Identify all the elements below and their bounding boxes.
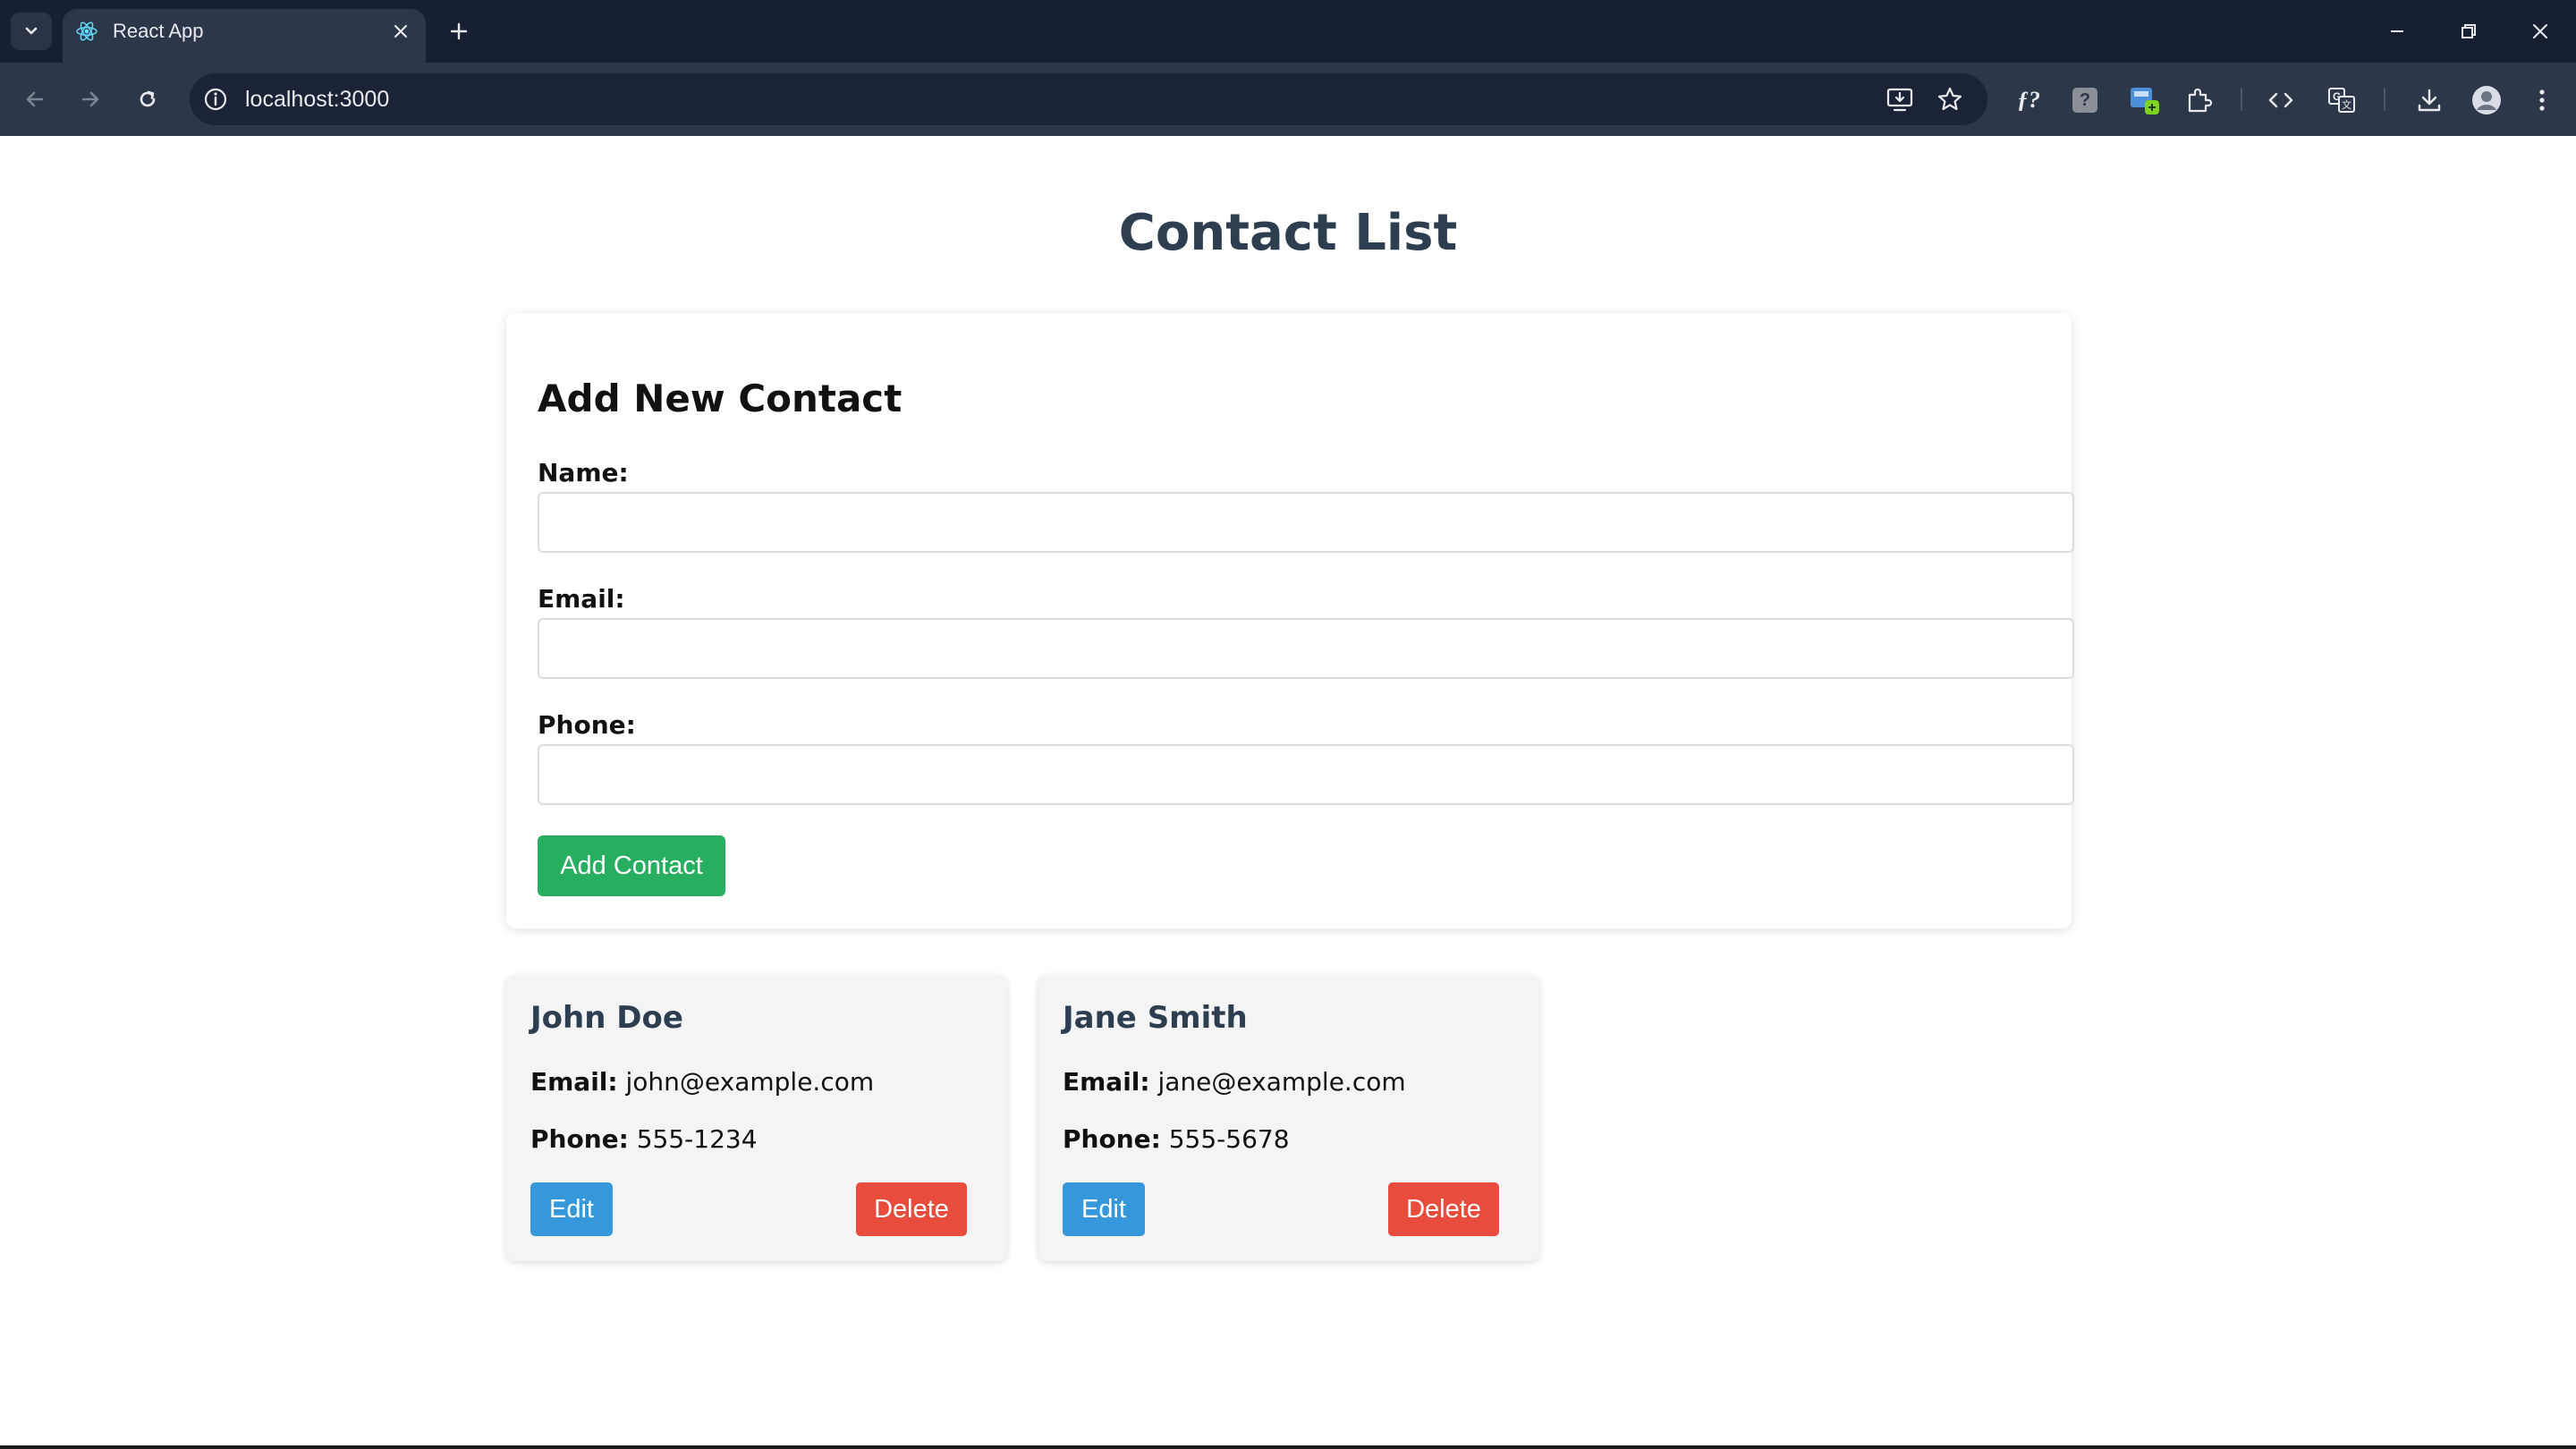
arrow-left-icon — [26, 91, 44, 107]
browser-menu-button[interactable] — [2524, 82, 2560, 118]
code-icon — [2268, 92, 2293, 108]
email-label: Email: — [530, 1067, 618, 1097]
minimize-button[interactable] — [2372, 13, 2422, 50]
extensions-button[interactable] — [2181, 82, 2216, 118]
minimize-icon — [2391, 30, 2403, 32]
address-url[interactable]: localhost:3000 — [245, 86, 389, 113]
email-value: jane@example.com — [1157, 1067, 1406, 1097]
star-icon — [1937, 87, 1962, 111]
svg-text:文: 文 — [2342, 98, 2351, 111]
contact-phone: Phone: 555-5678 — [1063, 1123, 1290, 1156]
contact-card: John Doe Email: john@example.com Phone: … — [506, 975, 1007, 1261]
edit-button[interactable]: Edit — [530, 1182, 613, 1236]
restore-button[interactable] — [2444, 13, 2494, 50]
form-heading: Add New Contact — [538, 377, 902, 420]
profile-button[interactable] — [2469, 82, 2504, 118]
phone-label: Phone: — [538, 710, 636, 740]
delete-button[interactable]: Delete — [856, 1182, 967, 1236]
contact-email: Email: jane@example.com — [1063, 1066, 1406, 1098]
arrow-right-icon — [81, 91, 99, 107]
puzzle-icon — [2188, 88, 2213, 113]
avatar — [2472, 86, 2501, 114]
plus-icon — [450, 22, 468, 40]
extension-colorzilla-button[interactable] — [2127, 82, 2163, 118]
delete-button[interactable]: Delete — [1388, 1182, 1499, 1236]
contact-name: Jane Smith — [1063, 1000, 1248, 1036]
devtools-button[interactable] — [2263, 82, 2299, 118]
email-label: Email: — [1063, 1067, 1150, 1097]
browser-tab-active[interactable]: React App — [63, 9, 426, 63]
screen-bottom-edge — [0, 1445, 2576, 1449]
close-icon — [394, 24, 408, 38]
react-logo-icon — [76, 21, 97, 41]
download-icon — [2418, 89, 2441, 112]
tab-close-button[interactable] — [388, 19, 413, 44]
phone-input[interactable] — [538, 744, 2074, 805]
close-window-button[interactable] — [2515, 13, 2565, 50]
toolbar-separator — [2384, 88, 2385, 111]
close-icon — [2533, 24, 2547, 38]
contact-email: Email: john@example.com — [530, 1066, 874, 1098]
page-title: Contact List — [1118, 204, 1458, 262]
function-icon: ƒ? — [2017, 87, 2040, 113]
forward-button[interactable] — [70, 79, 111, 120]
extension-help-button[interactable]: ? — [2067, 82, 2103, 118]
address-bar[interactable]: localhost:3000 — [190, 73, 1987, 125]
new-tab-button[interactable] — [442, 14, 476, 48]
contact-name: John Doe — [530, 1000, 683, 1036]
back-button[interactable] — [14, 79, 55, 120]
more-vertical-icon — [2539, 89, 2545, 111]
browser-tab-strip: React App — [0, 0, 2576, 63]
question-icon: ? — [2072, 88, 2097, 113]
name-input[interactable] — [538, 492, 2074, 553]
email-input[interactable] — [538, 618, 2074, 679]
translate-button[interactable]: G 文 — [2324, 82, 2360, 118]
restore-icon — [2462, 24, 2476, 38]
contact-phone: Phone: 555-1234 — [530, 1123, 758, 1156]
extension-badge-icon — [2131, 88, 2159, 114]
name-label: Name: — [538, 458, 629, 487]
tab-title: React App — [113, 20, 204, 42]
install-app-icon — [1886, 88, 1913, 112]
contact-card: Jane Smith Email: jane@example.com Phone… — [1038, 975, 1539, 1261]
phone-value: 555-5678 — [1168, 1124, 1290, 1154]
email-value: john@example.com — [625, 1067, 875, 1097]
add-contact-form: Add New Contact Name: Email: Phone: Add … — [506, 313, 2074, 928]
add-contact-button[interactable]: Add Contact — [538, 835, 725, 896]
install-app-button[interactable] — [1884, 83, 1916, 115]
reload-icon — [140, 90, 156, 107]
translate-icon: G 文 — [2328, 88, 2355, 113]
downloads-button[interactable] — [2411, 82, 2447, 118]
bookmark-button[interactable] — [1934, 83, 1966, 115]
chevron-down-icon — [25, 27, 38, 35]
edit-button[interactable]: Edit — [1063, 1182, 1145, 1236]
phone-label: Phone: — [530, 1124, 629, 1154]
tab-search-button[interactable] — [11, 13, 52, 50]
phone-label: Phone: — [1063, 1124, 1161, 1154]
toolbar-separator — [2241, 88, 2242, 111]
page-content: Contact List Add New Contact Name: Email… — [0, 136, 2576, 1446]
reload-button[interactable] — [127, 79, 168, 120]
extension-fx-button[interactable]: ƒ? — [2011, 82, 2046, 118]
browser-toolbar: localhost:3000 ƒ? ? G 文 — [0, 63, 2576, 136]
phone-value: 555-1234 — [636, 1124, 758, 1154]
site-info-icon[interactable] — [200, 84, 231, 114]
email-label: Email: — [538, 584, 625, 614]
